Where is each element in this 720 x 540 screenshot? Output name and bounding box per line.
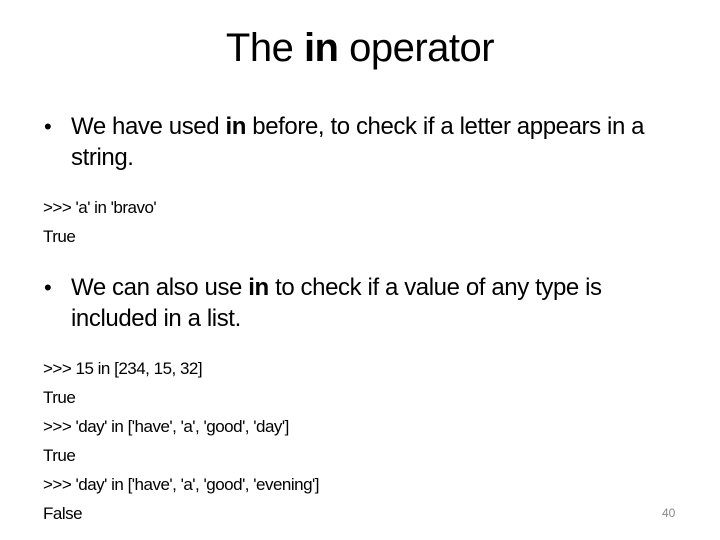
title-suffix: operator <box>338 26 495 70</box>
code-line: >>> 'day' in ['have', 'a', 'good', 'even… <box>43 475 320 494</box>
page-number: 40 <box>662 506 676 520</box>
code-block: >>> 'a' in 'bravo' True <box>43 193 157 251</box>
code-line: True <box>43 388 76 407</box>
code-line: >>> 'a' in 'bravo' <box>43 198 157 217</box>
code-block: >>> 15 in [234, 15, 32] True >>> 'day' i… <box>43 354 320 528</box>
code-line: >>> 'day' in ['have', 'a', 'good', 'day'… <box>43 417 289 436</box>
bullet-dot-icon: • <box>44 275 52 300</box>
bullet-dot-icon: • <box>44 114 52 139</box>
bullet-text: We have used in before, to check if a le… <box>71 111 684 173</box>
bullet-item: • We can also use in to check if a value… <box>44 272 684 334</box>
slide-title: The in operator <box>0 22 720 74</box>
bullet-text-before: We can also use <box>71 274 249 301</box>
code-line: False <box>43 504 83 523</box>
title-keyword: in <box>303 26 339 70</box>
bullet-text: We can also use in to check if a value o… <box>71 272 684 334</box>
code-line: True <box>43 446 76 465</box>
title-prefix: The <box>225 26 304 70</box>
bullet-item: • We have used in before, to check if a … <box>44 111 684 173</box>
code-line: >>> 15 in [234, 15, 32] <box>43 359 203 378</box>
code-line: True <box>43 227 76 246</box>
bullet-text-before: We have used <box>71 113 226 140</box>
bullet-keyword: in <box>225 113 246 140</box>
bullet-keyword: in <box>248 274 269 301</box>
